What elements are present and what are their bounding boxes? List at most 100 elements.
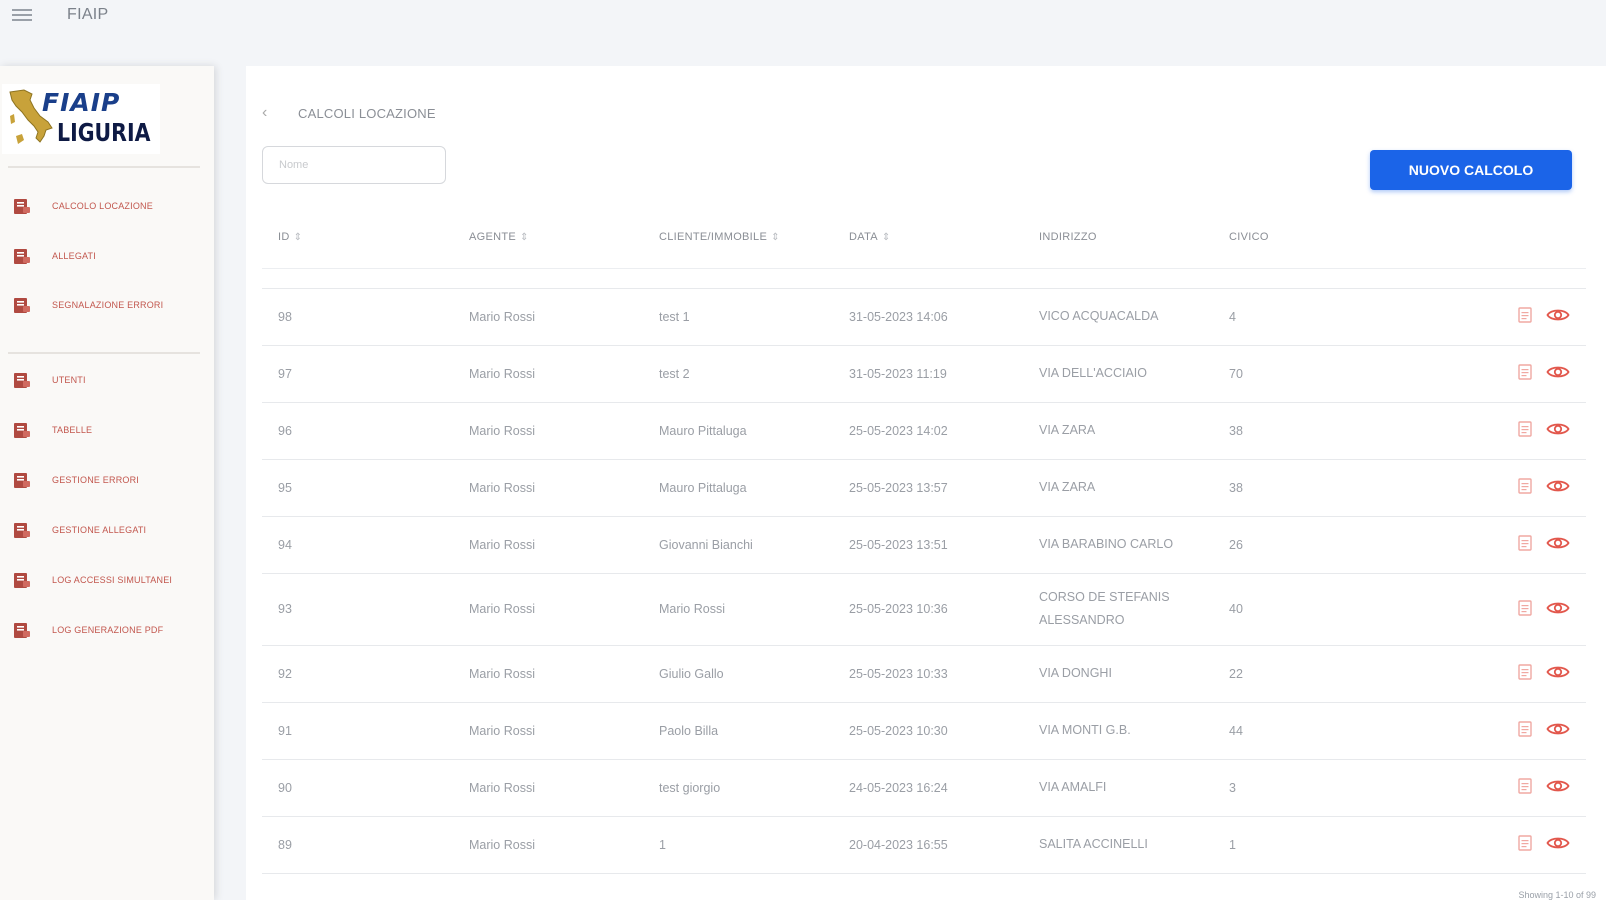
cell-data: 31-05-2023 11:19 xyxy=(833,344,1023,402)
logo-text-liguria: LIGURIA xyxy=(57,118,151,147)
eye-icon[interactable] xyxy=(1546,535,1570,554)
sort-icon[interactable]: ⇕ xyxy=(520,232,529,243)
sidebar-item-segnalazione-errori[interactable]: SEGNALAZIONE ERRORI xyxy=(0,289,214,321)
pdf-icon[interactable] xyxy=(1518,835,1532,854)
sidebar-item-tabelle[interactable]: TABELLE xyxy=(0,414,214,446)
table-row[interactable]: 97 Mario Rossi test 2 31-05-2023 11:19 VIA D… xyxy=(262,344,1586,402)
hamburger-menu-icon[interactable] xyxy=(12,6,36,26)
cell-id: 92 xyxy=(262,644,453,702)
row-actions xyxy=(1333,401,1586,459)
cell-indirizzo: VIA AMALFI xyxy=(1023,758,1213,816)
sort-icon[interactable]: ⇕ xyxy=(771,232,780,243)
pdf-icon[interactable] xyxy=(1518,599,1532,619)
cell-agente: Mario Rossi xyxy=(453,401,643,459)
fiaip-logo[interactable]: FIAIP LIGURIA xyxy=(2,84,160,154)
row-actions xyxy=(1333,572,1586,645)
eye-icon[interactable] xyxy=(1546,721,1570,740)
row-actions xyxy=(1333,815,1586,874)
sidebar: FIAIP LIGURIA CALCOLO LOCAZIONE ALLEGATI… xyxy=(0,66,214,900)
pdf-icon[interactable] xyxy=(1518,421,1532,440)
sidebar-item-label: GESTIONE ALLEGATI xyxy=(52,525,147,535)
eye-icon[interactable] xyxy=(1546,307,1570,326)
eye-icon[interactable] xyxy=(1546,778,1570,797)
document-icon xyxy=(14,373,30,388)
column-header-data[interactable]: DATA ⇕ xyxy=(833,206,1023,268)
column-header-label: AGENTE xyxy=(469,230,517,243)
eye-icon[interactable] xyxy=(1546,421,1570,440)
pagination-info: Showing 1-10 of 99 xyxy=(1518,890,1596,900)
cell-cliente: Mauro Pittaluga xyxy=(643,401,833,459)
document-icon xyxy=(14,623,30,638)
sidebar-item-log-accessi[interactable]: LOG ACCESSI SIMULTANEI xyxy=(0,564,214,596)
row-actions xyxy=(1333,701,1586,759)
cell-civico: 44 xyxy=(1213,701,1333,759)
sidebar-item-label: LOG GENERAZIONE PDF xyxy=(52,625,164,635)
document-icon xyxy=(14,473,30,488)
column-header-label: ID xyxy=(278,230,290,243)
table-row[interactable]: 92 Mario Rossi Giulio Gallo 25-05-2023 10:3… xyxy=(262,644,1586,702)
pdf-icon[interactable] xyxy=(1518,478,1532,497)
sidebar-item-label: GESTIONE ERRORI xyxy=(52,475,140,485)
cell-indirizzo: VICO ACQUACALDA xyxy=(1023,287,1213,345)
table-row[interactable]: 93 Mario Rossi Mario Rossi 25-05-2023 10:36… xyxy=(262,572,1586,645)
column-header-cliente[interactable]: CLIENTE/IMMOBILE ⇕ xyxy=(643,206,833,268)
cell-agente: Mario Rossi xyxy=(453,701,643,759)
pdf-icon[interactable] xyxy=(1518,364,1532,383)
cell-indirizzo: SALITA ACCINELLI xyxy=(1023,815,1213,874)
sidebar-item-calcolo-locazione[interactable]: CALCOLO LOCAZIONE xyxy=(0,190,214,222)
table-row[interactable]: 95 Mario Rossi Mauro Pittaluga 25-05-2023 1… xyxy=(262,458,1586,516)
cell-civico: 38 xyxy=(1213,401,1333,459)
search-input[interactable] xyxy=(262,146,446,184)
sidebar-item-gestione-allegati[interactable]: GESTIONE ALLEGATI xyxy=(0,514,214,546)
cell-cliente: Mario Rossi xyxy=(643,572,833,645)
pdf-icon[interactable] xyxy=(1518,307,1532,326)
page-title: CALCOLI LOCAZIONE xyxy=(298,106,436,121)
table-row[interactable]: 94 Mario Rossi Giovanni Bianchi 25-05-2023 … xyxy=(262,515,1586,573)
pdf-icon[interactable] xyxy=(1518,778,1532,797)
table-row[interactable]: 98 Mario Rossi test 1 31-05-2023 14:06 VICO … xyxy=(262,287,1586,345)
column-header-agente[interactable]: AGENTE ⇕ xyxy=(453,206,643,268)
eye-icon[interactable] xyxy=(1546,364,1570,383)
eye-icon[interactable] xyxy=(1546,600,1570,619)
document-icon xyxy=(14,298,30,313)
cell-id: 96 xyxy=(262,401,453,459)
cell-agente: Mario Rossi xyxy=(453,815,643,874)
table-row[interactable]: 89 Mario Rossi 1 20-04-2023 16:55 SALITA ACC… xyxy=(262,815,1586,874)
cell-agente: Mario Rossi xyxy=(453,287,643,345)
table-row[interactable]: 96 Mario Rossi Mauro Pittaluga 25-05-2023 1… xyxy=(262,401,1586,459)
cell-cliente: Giulio Gallo xyxy=(643,644,833,702)
table-row[interactable]: 90 Mario Rossi test giorgio 24-05-2023 16:2… xyxy=(262,758,1586,816)
eye-icon[interactable] xyxy=(1546,835,1570,854)
document-icon xyxy=(14,573,30,588)
cell-data: 31-05-2023 14:06 xyxy=(833,287,1023,345)
sidebar-item-utenti[interactable]: UTENTI xyxy=(0,364,214,396)
table-row[interactable]: 91 Mario Rossi Paolo Billa 25-05-2023 10:30… xyxy=(262,701,1586,759)
sidebar-item-label: UTENTI xyxy=(52,375,86,385)
pdf-icon[interactable] xyxy=(1518,535,1532,554)
column-header-actions xyxy=(1333,206,1586,268)
cell-data: 25-05-2023 10:36 xyxy=(833,572,1023,645)
eye-icon[interactable] xyxy=(1546,478,1570,497)
pdf-icon[interactable] xyxy=(1518,664,1532,683)
cell-id: 97 xyxy=(262,344,453,402)
sidebar-item-allegati[interactable]: ALLEGATI xyxy=(0,240,214,272)
sidebar-item-log-generazione-pdf[interactable]: LOG GENERAZIONE PDF xyxy=(0,614,214,646)
cell-indirizzo: VIA BARABINO CARLO xyxy=(1023,515,1213,573)
cell-data: 25-05-2023 13:57 xyxy=(833,458,1023,516)
pdf-icon[interactable] xyxy=(1518,721,1532,740)
sidebar-item-gestione-errori[interactable]: GESTIONE ERRORI xyxy=(0,464,214,496)
row-actions xyxy=(1333,458,1586,516)
new-calculation-button[interactable]: NUOVO CALCOLO xyxy=(1370,150,1572,190)
cell-id: 93 xyxy=(262,572,453,645)
row-actions xyxy=(1333,515,1586,573)
cell-agente: Mario Rossi xyxy=(453,515,643,573)
cell-agente: Mario Rossi xyxy=(453,572,643,645)
cell-indirizzo: VIA DELL'ACCIAIO xyxy=(1023,344,1213,402)
back-chevron-icon[interactable]: ‹ xyxy=(262,104,267,122)
sort-icon[interactable]: ⇕ xyxy=(882,232,891,243)
eye-icon[interactable] xyxy=(1546,664,1570,683)
column-header-id[interactable]: ID ⇕ xyxy=(262,206,453,268)
cell-data: 20-04-2023 16:55 xyxy=(833,815,1023,874)
sort-icon[interactable]: ⇕ xyxy=(294,232,303,243)
cell-data: 25-05-2023 13:51 xyxy=(833,515,1023,573)
